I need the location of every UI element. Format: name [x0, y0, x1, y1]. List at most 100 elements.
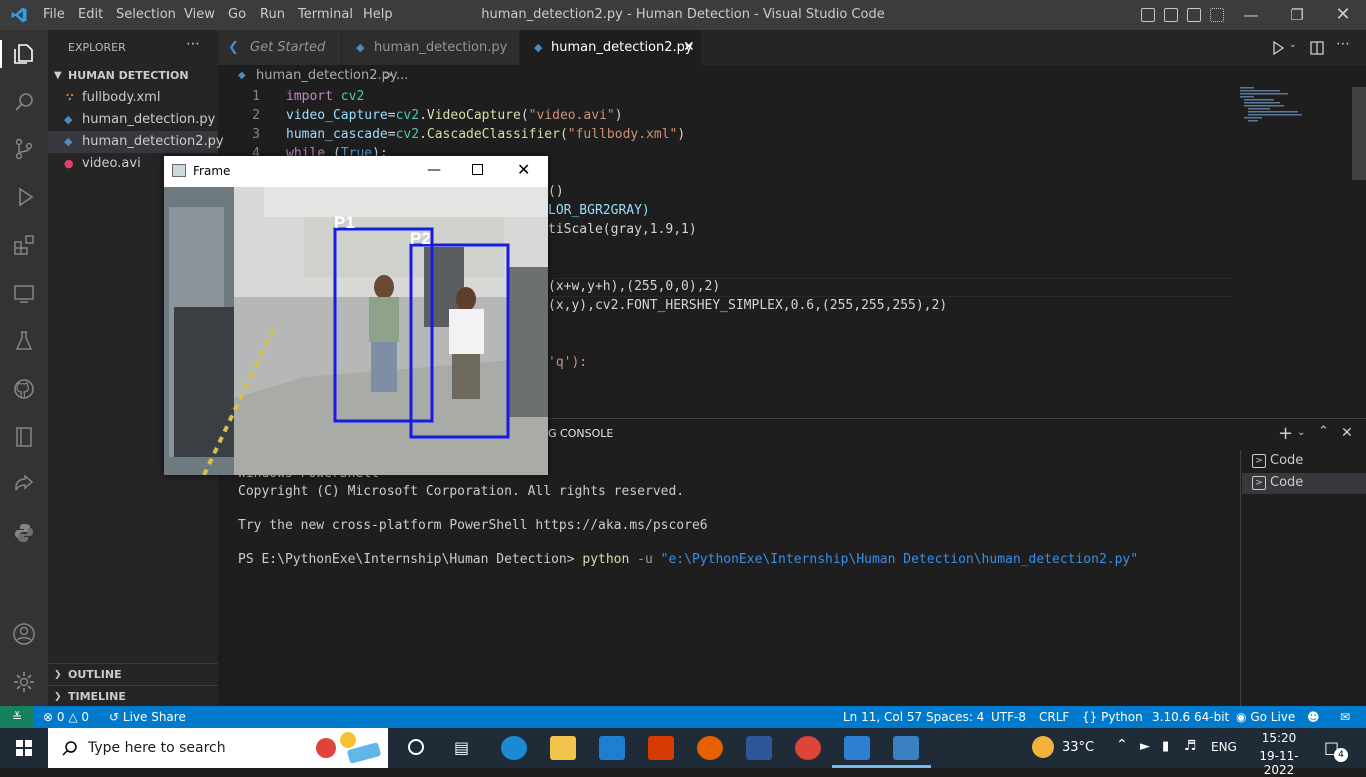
python-interpreter[interactable]: 3.10.6 64-bit — [1152, 706, 1229, 728]
toggle-sidebar-icon[interactable] — [1141, 8, 1155, 22]
file-item-selected[interactable]: ◆ human_detection2.py — [48, 131, 224, 153]
mail-icon[interactable] — [599, 736, 625, 760]
search-icon[interactable] — [12, 90, 36, 114]
code-line[interactable]: import cv2 — [286, 89, 364, 104]
customize-layout-icon[interactable] — [1210, 8, 1224, 22]
code-line[interactable]: human_cascade=cv2.CascadeClassifier("ful… — [286, 127, 685, 142]
code-fragment[interactable]: tiScale(gray,1.9,1) — [548, 222, 697, 237]
breadcrumb-more[interactable]: ... — [396, 65, 408, 87]
live-share-icon[interactable] — [12, 473, 36, 497]
file-item[interactable]: ∵ fullbody.xml — [48, 87, 218, 109]
end-of-line[interactable]: CRLF — [1039, 706, 1069, 728]
testing-icon[interactable] — [12, 329, 36, 353]
accounts-icon[interactable] — [12, 622, 36, 646]
code-fragment[interactable]: () — [548, 184, 564, 199]
cursor-position[interactable]: Ln 11, Col 57 — [843, 706, 922, 728]
code-fragment[interactable]: 'q'): — [548, 355, 587, 370]
terminal-command-line[interactable]: PS E:\PythonExe\Internship\Human Detecti… — [238, 552, 1138, 567]
close-panel-icon[interactable]: ✕ — [1341, 425, 1353, 441]
tab-human-detection[interactable]: ◆ human_detection.py — [342, 30, 520, 65]
close-tab-icon[interactable]: ✕ — [683, 30, 695, 65]
go-live-button[interactable]: ◉ Go Live — [1236, 706, 1295, 728]
code-line[interactable]: video_Capture=cv2.VideoCapture("video.av… — [286, 108, 623, 123]
toggle-panel-icon[interactable] — [1164, 8, 1178, 22]
terminal-dropdown-icon[interactable]: ⌄ — [1297, 427, 1305, 438]
language-mode[interactable]: {} Python — [1082, 706, 1143, 728]
tab-human-detection2[interactable]: ◆ human_detection2.py ✕ — [520, 30, 702, 65]
menu-terminal[interactable]: Terminal — [298, 7, 353, 22]
weather-icon[interactable] — [1032, 736, 1054, 758]
clock-date[interactable]: 19-11-2022 — [1245, 749, 1313, 777]
minimize-icon[interactable]: — — [1228, 0, 1274, 30]
restore-icon[interactable]: ❐ — [1274, 0, 1320, 30]
toggle-secondary-sidebar-icon[interactable] — [1187, 8, 1201, 22]
github-icon[interactable] — [12, 377, 36, 401]
frame-titlebar[interactable]: Frame — ✕ — [164, 156, 548, 187]
notifications-icon[interactable]: ✉ — [1340, 706, 1350, 728]
live-share-status[interactable]: ↺ Live Share — [109, 706, 186, 728]
notebook-icon[interactable] — [12, 425, 36, 449]
code-fragment[interactable]: LOR_BGR2GRAY) — [548, 203, 650, 218]
remote-indicator-icon[interactable]: ≚ — [0, 706, 34, 728]
vscode-taskbar-icon[interactable] — [844, 736, 870, 760]
breadcrumb-file[interactable]: human_detection2.py — [256, 65, 398, 87]
menu-help[interactable]: Help — [363, 7, 393, 22]
chrome-icon[interactable] — [795, 736, 821, 760]
python-icon[interactable] — [12, 521, 36, 545]
menu-go[interactable]: Go — [228, 7, 246, 22]
minimap[interactable] — [1238, 86, 1338, 126]
menu-view[interactable]: View — [184, 7, 215, 22]
indentation[interactable]: Spaces: 4 — [926, 706, 984, 728]
frame-close-icon[interactable]: ✕ — [517, 160, 530, 179]
wifi-icon[interactable]: ► — [1140, 739, 1150, 754]
new-terminal-icon[interactable]: + — [1278, 423, 1293, 444]
feedback-icon[interactable]: ☻ — [1307, 706, 1320, 728]
close-icon[interactable]: ✕ — [1320, 0, 1366, 30]
frame-maximize-icon[interactable] — [472, 164, 483, 175]
file-explorer-icon[interactable] — [550, 736, 576, 760]
menu-file[interactable]: File — [43, 7, 65, 22]
volume-icon[interactable]: ♬ — [1184, 738, 1197, 754]
code-fragment[interactable]: (x+w,y+h),(255,0,0),2) — [548, 279, 720, 294]
file-item[interactable]: ◆ human_detection.py — [48, 109, 218, 131]
python-window-icon[interactable] — [893, 736, 919, 760]
run-python-icon[interactable] — [1271, 41, 1285, 55]
menu-selection[interactable]: Selection — [116, 7, 176, 22]
more-actions-icon[interactable]: ⋯ — [186, 36, 200, 52]
terminal-list-item[interactable]: > Code — [1242, 451, 1366, 472]
problems-indicator[interactable]: ⊗ 0 △ 0 — [43, 706, 89, 728]
editor-scrollbar[interactable] — [1352, 87, 1366, 180]
timeline-section[interactable]: ❯ TIMELINE — [48, 685, 218, 707]
taskbar-search-box[interactable]: Type here to search — [48, 728, 388, 768]
windows-start-icon[interactable] — [16, 740, 32, 756]
source-control-icon[interactable] — [12, 137, 36, 161]
task-view-icon[interactable]: ▤ — [454, 738, 469, 757]
frame-window[interactable]: Frame — ✕ P1 P2 — [164, 156, 548, 475]
maximize-panel-icon[interactable]: ⌃ — [1318, 424, 1329, 439]
menu-run[interactable]: Run — [260, 7, 285, 22]
split-editor-icon[interactable] — [1310, 41, 1324, 55]
edge-icon[interactable] — [501, 736, 527, 760]
battery-icon[interactable]: ▮ — [1162, 739, 1169, 754]
temperature[interactable]: 33°C — [1062, 740, 1094, 755]
outline-section[interactable]: ❯ OUTLINE — [48, 663, 218, 685]
menu-edit[interactable]: Edit — [78, 7, 103, 22]
run-dropdown-icon[interactable]: ⌄ — [1289, 40, 1297, 50]
clock-time[interactable]: 15:20 — [1251, 731, 1307, 745]
input-language[interactable]: ENG — [1211, 740, 1237, 754]
code-fragment[interactable]: (x,y),cv2.FONT_HERSHEY_SIMPLEX,0.6,(255,… — [548, 298, 947, 313]
cortana-icon[interactable] — [408, 739, 424, 755]
run-debug-icon[interactable] — [12, 185, 36, 209]
frame-minimize-icon[interactable]: — — [427, 162, 441, 178]
editor-more-icon[interactable]: ⋯ — [1336, 36, 1350, 52]
panel-tab-debug-console[interactable]: G CONSOLE — [548, 427, 613, 440]
encoding[interactable]: UTF-8 — [991, 706, 1026, 728]
terminal-list-item-active[interactable]: > Code — [1242, 473, 1366, 494]
extensions-icon[interactable] — [12, 233, 36, 257]
manage-gear-icon[interactable] — [12, 670, 36, 694]
remote-explorer-icon[interactable] — [12, 282, 36, 306]
folder-header[interactable]: ▼ HUMAN DETECTION — [48, 65, 218, 87]
office-icon[interactable] — [648, 736, 674, 760]
tab-get-started[interactable]: ❮ Get Started — [218, 30, 342, 65]
explorer-icon[interactable] — [12, 42, 36, 66]
